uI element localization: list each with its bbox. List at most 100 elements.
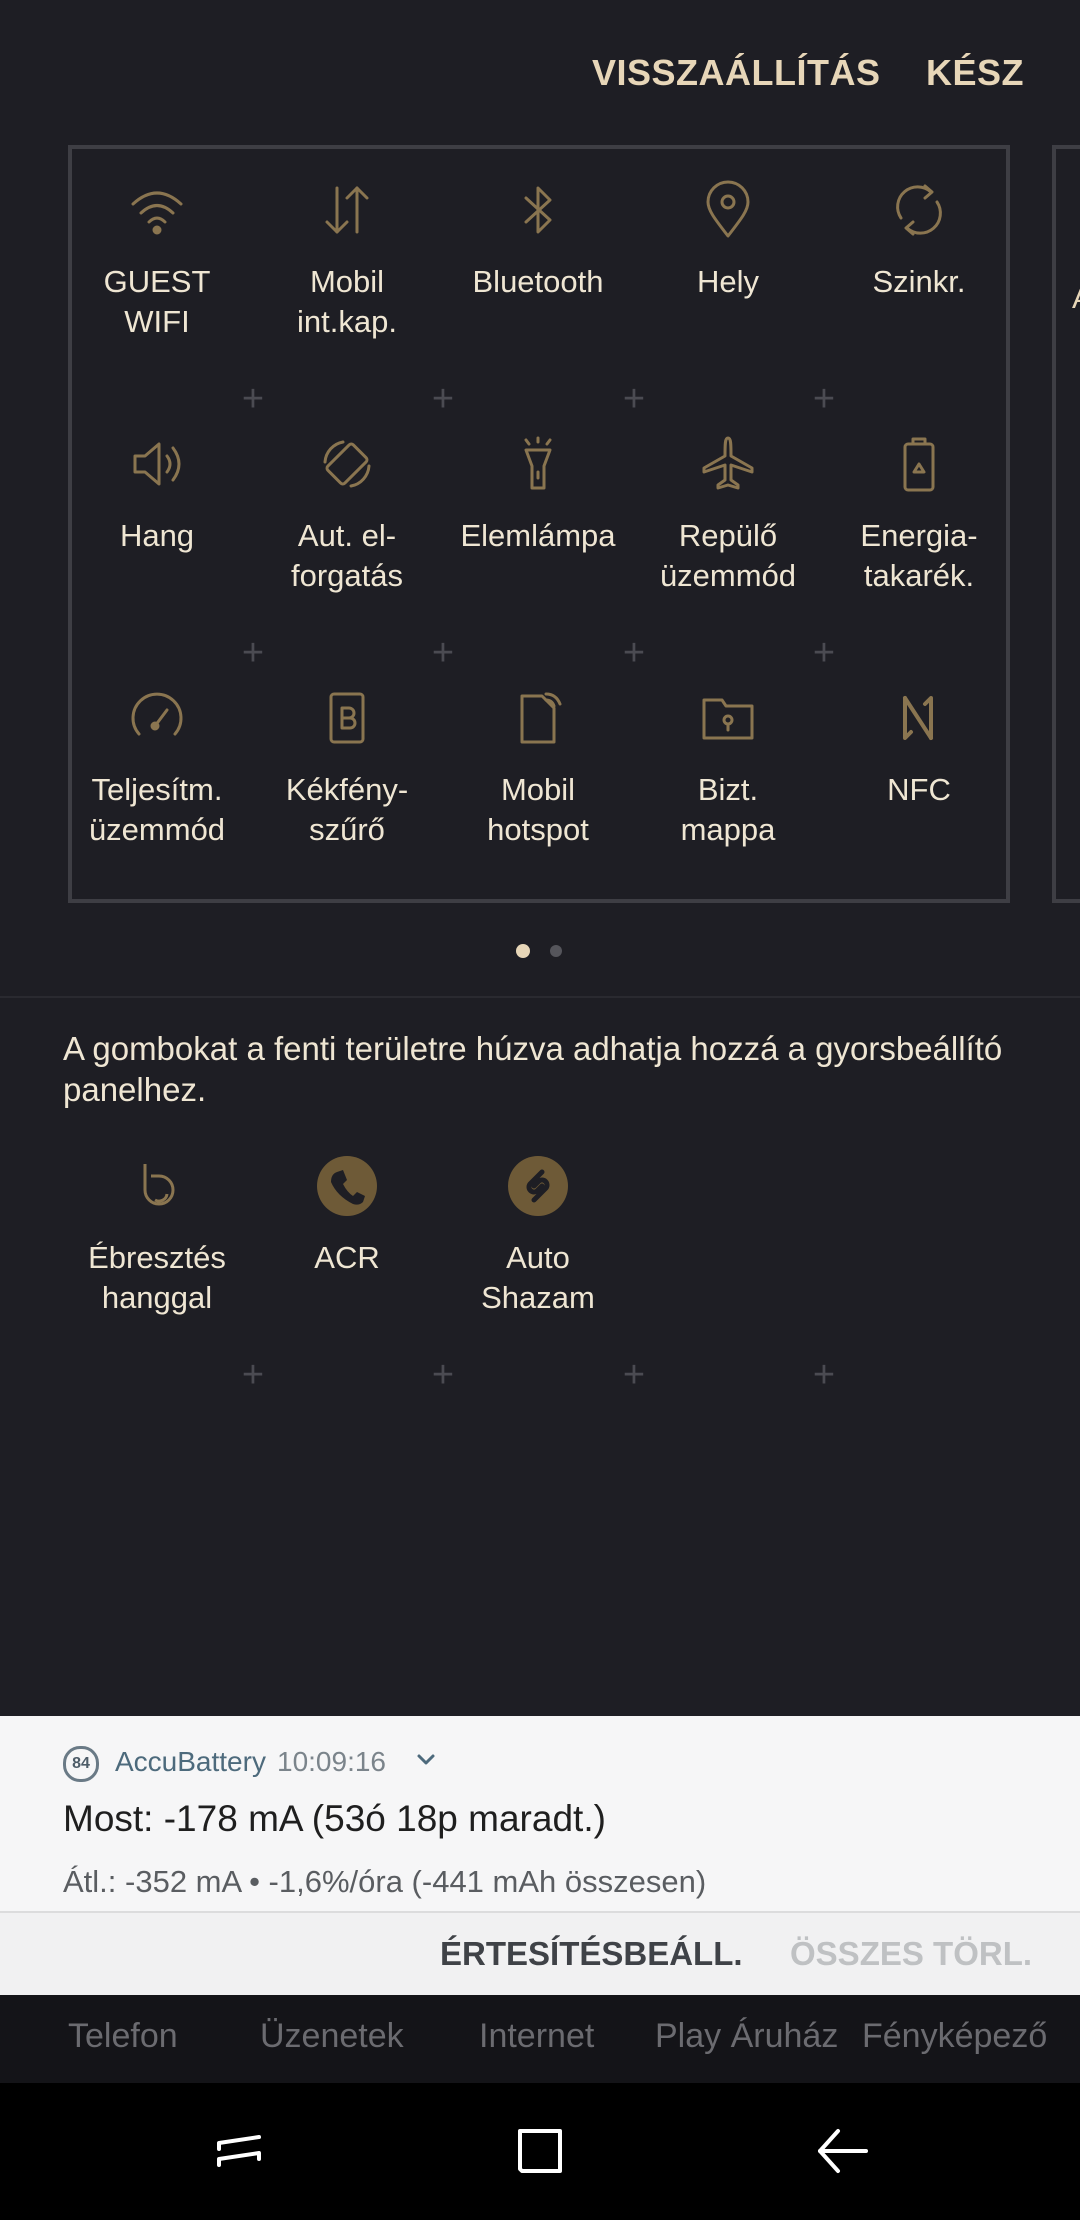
wifi-icon [125, 178, 189, 242]
power-saving-icon [887, 432, 951, 496]
tile-label: takarék. [863, 558, 975, 593]
grid-marker: + [622, 632, 646, 674]
tile-sync[interactable]: Szinkr. [824, 178, 1014, 418]
tile-label: Ébresztés [88, 1240, 226, 1275]
tile-label: ACR [314, 1240, 380, 1275]
tile-label: Hely [696, 264, 759, 299]
nfc-icon [887, 686, 951, 750]
tile-label: NFC [887, 772, 951, 807]
airplane-icon [696, 432, 760, 496]
dock-item-camera[interactable]: Fényképező [862, 2017, 1047, 2056]
tile-label: Auto [506, 1240, 570, 1275]
dock-item-internet[interactable]: Internet [479, 2017, 594, 2056]
hotspot-icon [506, 686, 570, 750]
grid-marker: + [241, 378, 265, 420]
grid-marker: + [622, 378, 646, 420]
tile-mobile-hotspot[interactable]: Mobil hotspot [443, 686, 633, 926]
page-dot [550, 945, 562, 957]
location-icon [696, 178, 760, 242]
bluetooth-icon [506, 178, 570, 242]
flashlight-icon [506, 432, 570, 496]
drag-hint-text: A gombokat a fenti területre húzva adhat… [63, 1030, 1003, 1108]
tile-guest-wifi[interactable]: GUEST WIFI [62, 178, 252, 418]
notification-body: Átl.: -352 mA • -1,6%/óra (-441 mAh össz… [63, 1864, 707, 1899]
tile-location[interactable]: Hely [633, 178, 823, 418]
dock-item-messages[interactable]: Üzenetek [260, 2017, 404, 2056]
dock-item-phone[interactable]: Telefon [68, 2017, 178, 2056]
tile-bluetooth[interactable]: Bluetooth [443, 178, 633, 418]
notification-settings-button[interactable]: ÉRTESÍTÉSBEÁLL. [440, 1935, 743, 1973]
tile-label: Aut. el- [297, 518, 397, 553]
tile-performance-mode[interactable]: Teljesítm. üzemmód [62, 686, 252, 926]
tile-secure-folder[interactable]: Bizt. mappa [633, 686, 823, 926]
navigation-bar [0, 2083, 1080, 2220]
grid-marker: + [812, 632, 836, 674]
home-icon[interactable] [508, 2119, 572, 2183]
tile-label: Bizt. [697, 772, 759, 807]
tile-label: WIFI [124, 304, 190, 339]
tile-bixby-wakeup[interactable]: Ébresztés hanggal [62, 1154, 252, 1394]
tile-label: hanggal [101, 1280, 213, 1315]
grid-marker: + [812, 378, 836, 420]
tile-label: hotspot [487, 812, 589, 847]
tile-label: GUEST [103, 264, 211, 299]
tile-label: üzemmód [88, 812, 226, 847]
notification-title: Most: -178 mA (53ó 18p maradt.) [63, 1798, 606, 1839]
home-dock: Telefon Üzenetek Internet Play Áruház Fé… [0, 1995, 1080, 2083]
grid-marker: + [241, 1354, 265, 1396]
tile-label: Elemlámpa [460, 518, 616, 553]
grid-marker: + [431, 378, 455, 420]
tile-label: Shazam [481, 1280, 595, 1315]
tile-label: Mobil [500, 772, 576, 807]
tile-label: Kékfény- [285, 772, 409, 807]
recent-apps-icon[interactable] [207, 2119, 271, 2183]
phone-recorder-icon [315, 1154, 379, 1218]
performance-icon [125, 686, 189, 750]
tile-blue-light-filter[interactable]: Kékfény-szűrő [252, 686, 442, 926]
tile-power-saving[interactable]: Energia-takarék. [824, 432, 1014, 672]
blue-light-filter-icon [315, 686, 379, 750]
grid-marker: + [622, 1354, 646, 1396]
tile-label: Repülő [678, 518, 778, 553]
clear-all-button[interactable]: ÖSSZES TÖRL. [790, 1935, 1032, 1973]
tile-label: Bluetooth [472, 264, 604, 299]
grid-marker: + [241, 632, 265, 674]
dock-item-play-store[interactable]: Play Áruház [655, 2017, 838, 2056]
page-dot-active [516, 944, 530, 958]
notification-time: 10:09:16 [277, 1746, 386, 1777]
tile-acr[interactable]: ACR [252, 1154, 442, 1394]
tile-label: mappa [680, 812, 776, 847]
reset-button[interactable]: VISSZAÁLLÍTÁS [592, 52, 881, 94]
tile-label: Teljesítm. [91, 772, 223, 807]
chevron-down-icon[interactable] [411, 1744, 441, 1774]
notification-actions: ÉRTESÍTÉSBEÁLL. ÖSSZES TÖRL. [0, 1913, 1080, 1995]
sync-icon [887, 178, 951, 242]
notification-app-name: AccuBattery [115, 1746, 266, 1777]
shazam-icon [506, 1154, 570, 1218]
sound-icon [125, 432, 189, 496]
done-button[interactable]: KÉSZ [926, 52, 1024, 94]
tile-airplane-mode[interactable]: Repülő üzemmód [633, 432, 823, 672]
tile-nfc[interactable]: NFC [824, 686, 1014, 926]
tile-flashlight[interactable]: Elemlámpa [443, 432, 633, 672]
bixby-wakeup-icon [125, 1154, 189, 1218]
grid-marker: + [812, 1354, 836, 1396]
tile-label: üzemmód [659, 558, 797, 593]
battery-level-badge: 84 [63, 1746, 99, 1782]
back-icon[interactable] [812, 2119, 876, 2183]
tile-label: szűrő [309, 812, 385, 847]
tile-auto-shazam[interactable]: Auto Shazam [443, 1154, 633, 1394]
tile-label: int.kap. [297, 304, 397, 339]
secure-folder-icon [696, 686, 760, 750]
tile-auto-rotate[interactable]: Aut. el-forgatás [252, 432, 442, 672]
tile-label: forgatás [290, 558, 403, 593]
tile-label: Szinkr. [872, 264, 966, 299]
grid-marker: + [431, 632, 455, 674]
next-page-panel-peek[interactable] [1052, 145, 1080, 903]
auto-rotate-icon [315, 432, 379, 496]
tile-mobile-data[interactable]: Mobil int.kap. [252, 178, 442, 418]
grid-marker: + [431, 1354, 455, 1396]
tile-sound[interactable]: Hang [62, 432, 252, 672]
tile-label: Hang [119, 518, 195, 553]
mobile-data-icon [315, 178, 379, 242]
